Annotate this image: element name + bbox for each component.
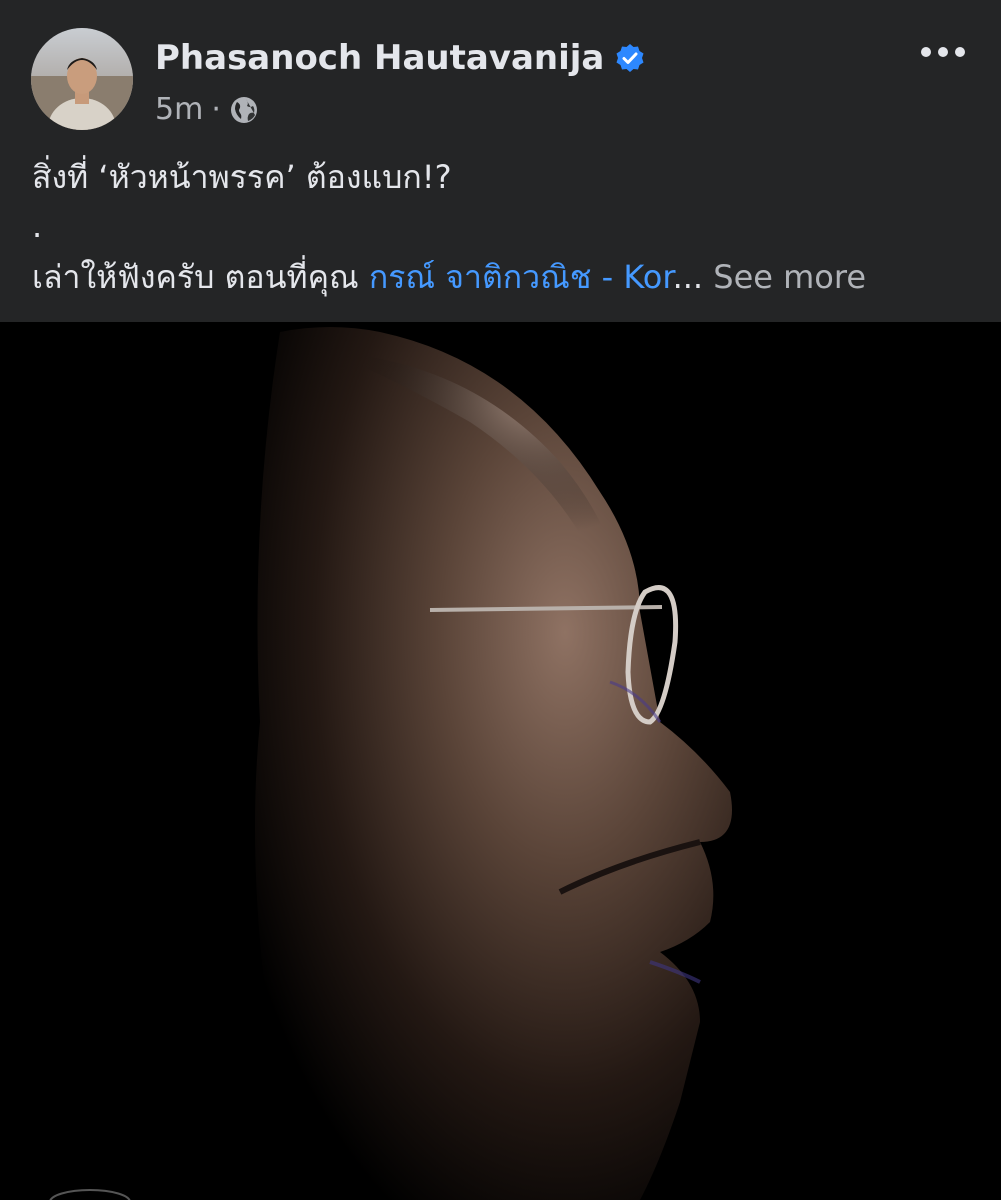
post-meta: 5m · (155, 92, 259, 127)
post-time[interactable]: 5m (155, 92, 203, 127)
more-dot (921, 47, 931, 57)
post-text-line-3: เล่าให้ฟังครับ ตอนที่คุณ กรณ์ จาติกวณิช … (32, 252, 866, 303)
post-text-prefix: เล่าให้ฟังครับ ตอนที่คุณ (32, 258, 369, 296)
verified-badge-icon (614, 42, 646, 74)
author-avatar[interactable] (31, 28, 133, 130)
author-name[interactable]: Phasanoch Hautavanija (155, 38, 646, 78)
mention-link[interactable]: กรณ์ จาติกวณิช - Kor (369, 258, 673, 296)
author-name-text[interactable]: Phasanoch Hautavanija (155, 38, 604, 78)
meta-separator: · (211, 92, 221, 127)
text-ellipsis: ... (672, 258, 704, 296)
facebook-post: Phasanoch Hautavanija 5m · สิ่งที่ ‘หัวห… (0, 0, 1001, 1200)
more-dot (955, 47, 965, 57)
post-text-line-2: . (32, 207, 43, 245)
more-dot (938, 47, 948, 57)
post-text-line-1: สิ่งที่ ‘หัวหน้าพรรค’ ต้องแบก!? (32, 158, 452, 196)
globe-icon[interactable] (229, 95, 259, 125)
post-photo[interactable] (0, 322, 1001, 1200)
see-more-link[interactable]: See more (703, 258, 866, 296)
more-options-icon[interactable] (921, 40, 965, 64)
post-header: Phasanoch Hautavanija 5m · สิ่งที่ ‘หัวห… (0, 0, 1001, 322)
